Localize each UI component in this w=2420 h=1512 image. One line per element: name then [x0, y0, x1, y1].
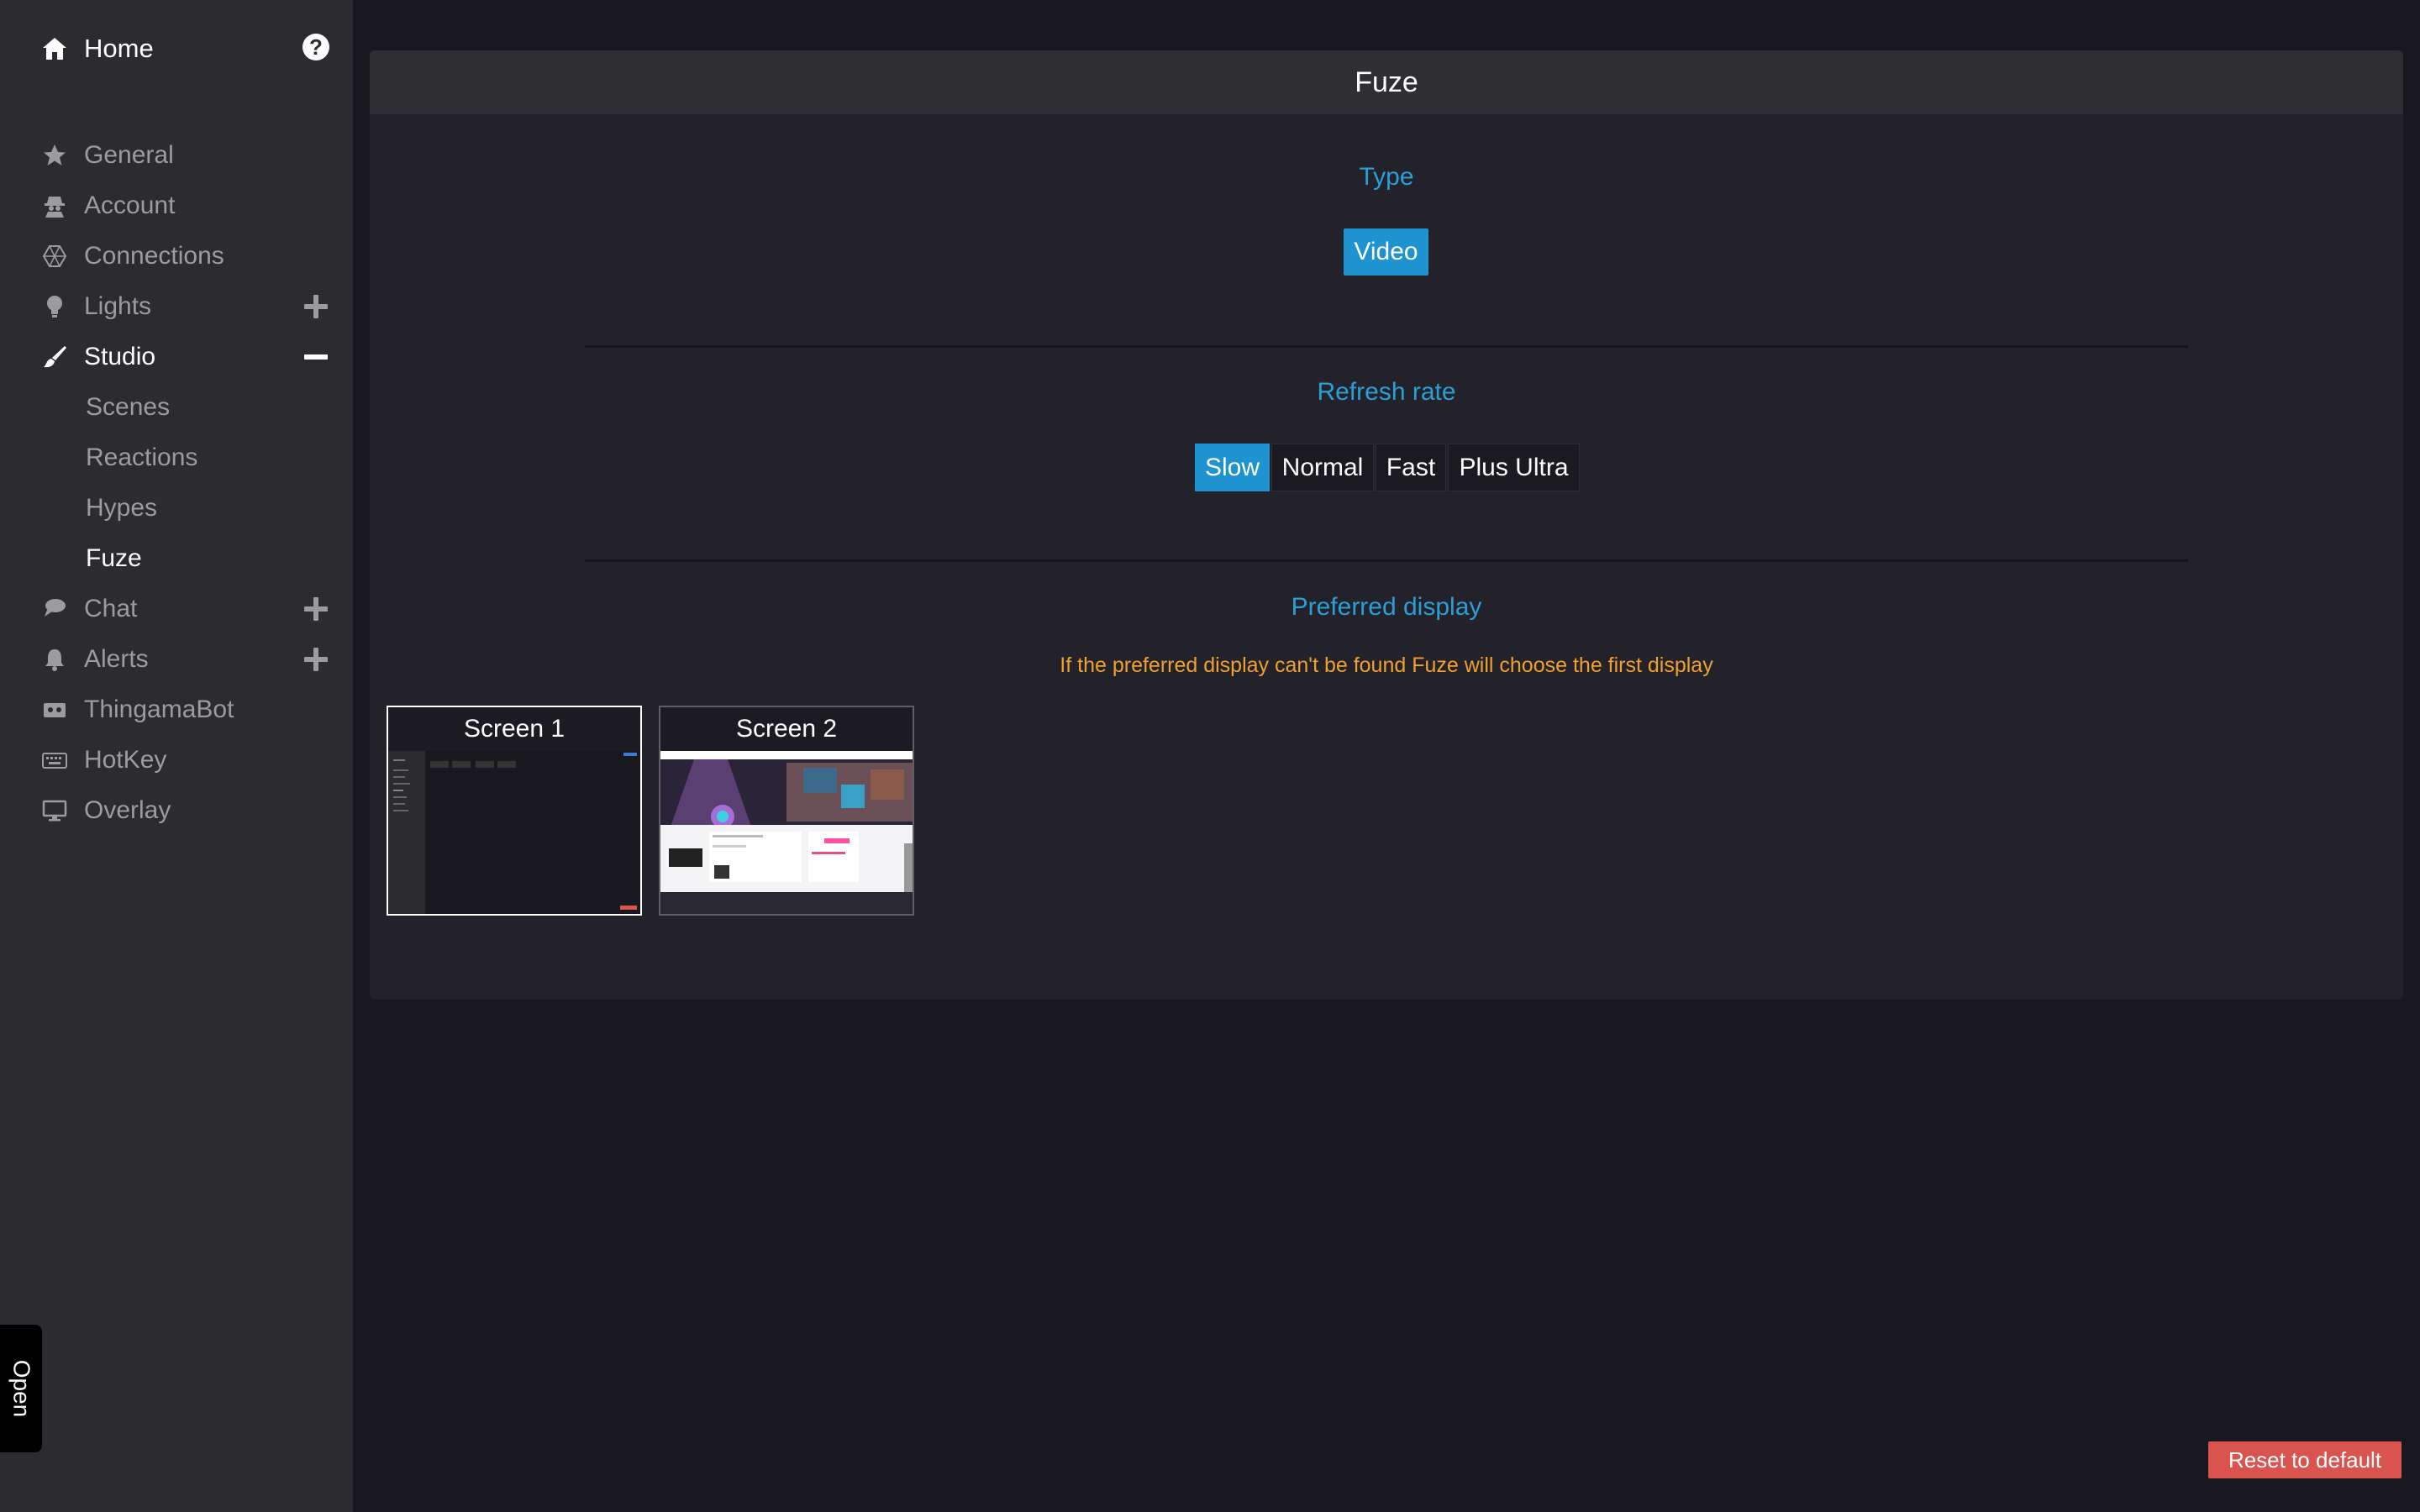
divider: [585, 345, 2188, 348]
screen-label: Screen 1: [463, 715, 566, 743]
sidebar-item-hotkey[interactable]: HotKey: [0, 735, 353, 785]
open-tab-label: Open: [8, 1359, 34, 1418]
sidebar-item-alerts[interactable]: Alerts: [0, 634, 353, 685]
sidebar-item-label: Lights: [84, 292, 152, 320]
user-secret-icon: [40, 192, 69, 220]
sidebar-item-label: HotKey: [84, 746, 167, 774]
sidebar-item-label: Connections: [84, 242, 224, 270]
refresh-rate-button-group: Slow Normal Fast Plus Ultra: [1195, 444, 1581, 491]
sidebar-subitem-label: Hypes: [86, 494, 158, 522]
refresh-fast-button[interactable]: Fast: [1376, 444, 1446, 491]
desktop-icon: [40, 796, 69, 825]
sidebar-subitem-reactions[interactable]: Reactions: [0, 433, 353, 483]
bell-icon: [40, 645, 69, 674]
chat-icon: [40, 595, 69, 623]
sidebar-item-label: ThingamaBot: [84, 696, 234, 723]
sidebar-item-label: Account: [84, 192, 176, 219]
fuze-panel: Fuze Type Video Refresh rate Slow Normal…: [370, 50, 2403, 1000]
home-icon: [40, 34, 69, 63]
refresh-plus-ultra-button[interactable]: Plus Ultra: [1448, 444, 1580, 491]
help-icon[interactable]: ?: [302, 34, 329, 60]
sidebar-item-label: Overlay: [84, 796, 171, 824]
sidebar-item-label: Chat: [84, 595, 138, 622]
open-drawer-tab[interactable]: Open: [0, 1325, 42, 1452]
sidebar-item-thingamabot[interactable]: ThingamaBot: [0, 685, 353, 735]
panel-header: Fuze: [370, 50, 2403, 114]
sidebar-item-overlay[interactable]: Overlay: [0, 785, 353, 836]
connections-icon: [40, 242, 69, 270]
sidebar-subitem-label: Fuze: [86, 544, 142, 572]
sidebar-nav: General Account Connections Lights Studi…: [0, 130, 353, 836]
screen-2-thumbnail: [660, 751, 913, 914]
sidebar-item-label: Alerts: [84, 645, 149, 673]
paintbrush-icon: [40, 343, 69, 371]
reset-to-default-button[interactable]: Reset to default: [2208, 1441, 2402, 1478]
collapse-minus-icon[interactable]: [302, 344, 329, 370]
keyboard-icon: [40, 746, 69, 774]
refresh-rate-section-title: Refresh rate: [1317, 378, 1456, 406]
screen-option-1[interactable]: Screen 1: [387, 706, 642, 916]
screen-1-thumbnail: [388, 751, 640, 914]
sidebar-subitem-label: Scenes: [86, 393, 171, 421]
star-icon: [40, 141, 69, 170]
type-video-button[interactable]: Video: [1344, 228, 1428, 276]
screen-label: Screen 2: [735, 715, 838, 743]
sidebar-item-lights[interactable]: Lights: [0, 281, 353, 332]
preferred-display-warning: If the preferred display can't be found …: [1060, 654, 1713, 677]
screen-option-2[interactable]: Screen 2: [659, 706, 914, 916]
home-label: Home: [84, 34, 154, 63]
sidebar-subitem-scenes[interactable]: Scenes: [0, 382, 353, 433]
page-title: Fuze: [1355, 66, 1418, 98]
expand-plus-icon[interactable]: [302, 293, 329, 320]
sidebar-item-studio[interactable]: Studio: [0, 332, 353, 382]
sidebar-item-connections[interactable]: Connections: [0, 231, 353, 281]
divider: [585, 559, 2188, 562]
sidebar-item-chat[interactable]: Chat: [0, 584, 353, 634]
sidebar-home-link[interactable]: Home ?: [40, 30, 329, 67]
sidebar-subitem-label: Reactions: [86, 444, 198, 471]
refresh-slow-button[interactable]: Slow: [1195, 444, 1270, 491]
sidebar: Home ? General Account Connections Light…: [0, 0, 353, 1512]
sidebar-item-general[interactable]: General: [0, 130, 353, 181]
type-section-title: Type: [1359, 163, 1414, 191]
refresh-normal-button[interactable]: Normal: [1271, 444, 1374, 491]
expand-plus-icon[interactable]: [302, 596, 329, 622]
lightbulb-icon: [40, 292, 69, 321]
sidebar-item-label: Studio: [84, 343, 156, 370]
sidebar-subitem-fuze[interactable]: Fuze: [0, 533, 353, 584]
preferred-display-section-title: Preferred display: [1291, 593, 1482, 621]
expand-plus-icon[interactable]: [302, 646, 329, 673]
sidebar-item-account[interactable]: Account: [0, 181, 353, 231]
sidebar-item-label: General: [84, 141, 174, 169]
robot-icon: [40, 696, 69, 724]
sidebar-subitem-hypes[interactable]: Hypes: [0, 483, 353, 533]
